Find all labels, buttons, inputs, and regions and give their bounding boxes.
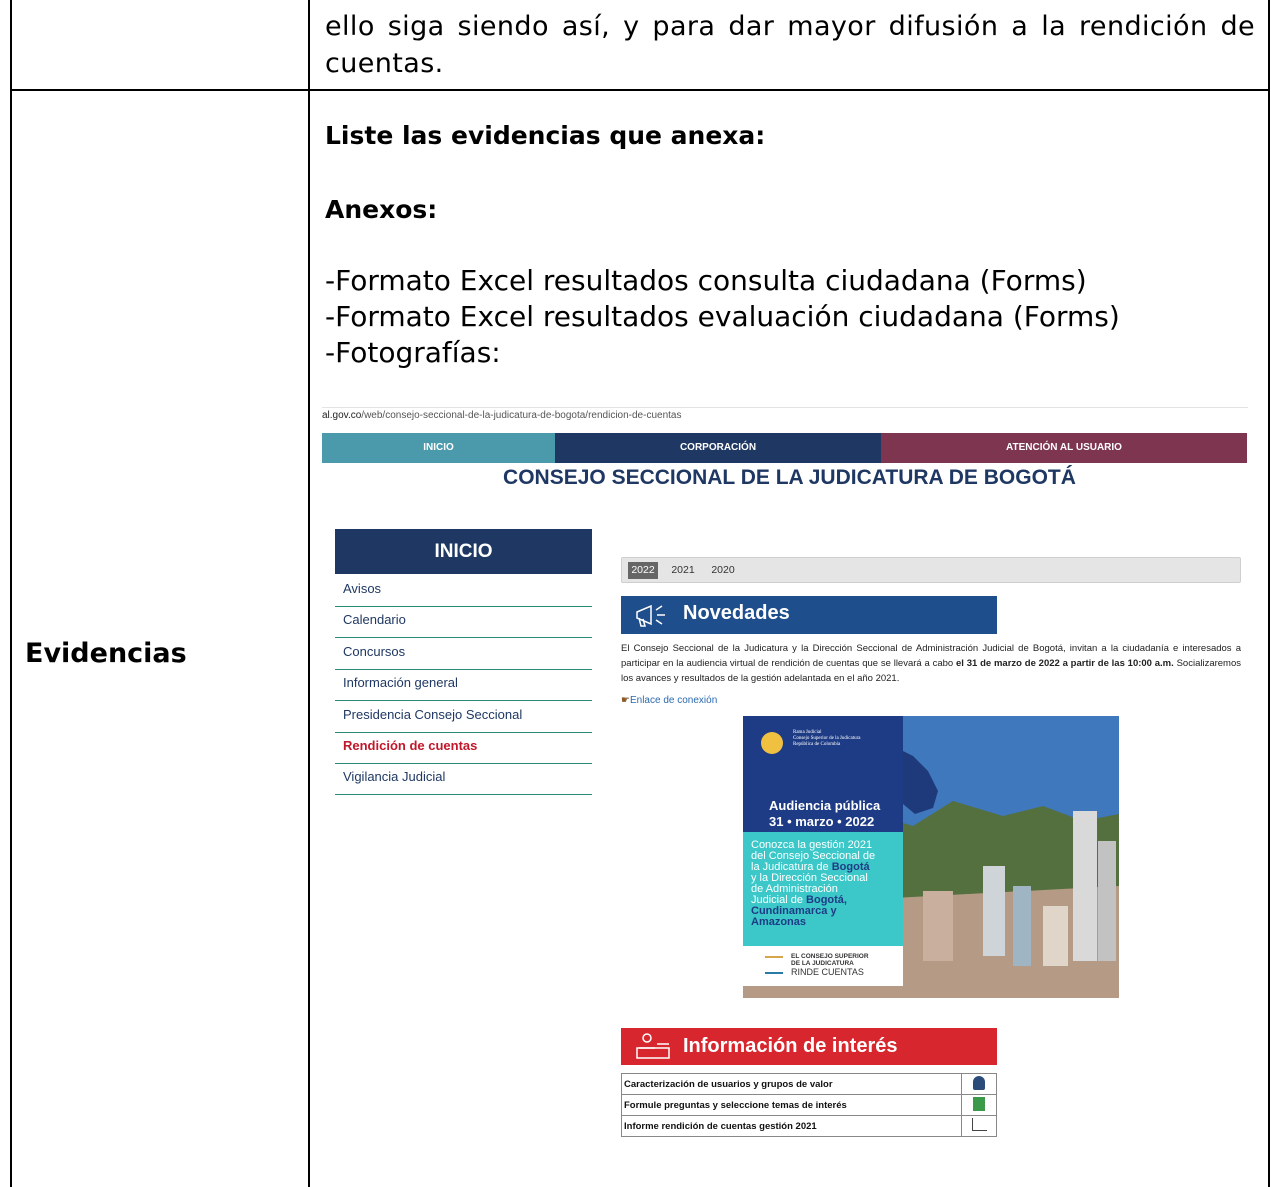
user-icon [961,1073,997,1095]
table-row[interactable]: Informe rendición de cuentas gestión 202… [621,1115,997,1137]
url-host: al.gov.co [322,410,362,421]
megaphone-icon [636,604,665,627]
poster-footer-line: RINDE CUENTAS [791,967,864,977]
evidence-list-heading: Liste las evidencias que anexa: [325,121,766,150]
colombia-coat-of-arms-icon [761,732,783,754]
poster-event-title: Audiencia pública [769,798,881,813]
table-row[interactable]: Formule preguntas y seleccione temas de … [621,1094,997,1116]
nav-atencion-usuario[interactable]: ATENCIÓN AL USUARIO [881,433,1247,463]
poster-footer: EL CONSEJO SUPERIOR DE LA JUDICATURA RIN… [743,946,903,986]
nav-corporacion[interactable]: CORPORACIÓN [555,433,881,463]
sidebar-item-label: Avisos [343,581,382,596]
news-paragraph: El Consejo Seccional de la Judicatura y … [621,641,1241,686]
sidebar-item-informacion-general[interactable]: Información general [335,669,592,701]
annex-item: -Formato Excel resultados consulta ciuda… [325,264,1087,297]
poster-desc-bold: Amazonas [751,916,807,928]
info-item-label[interactable]: Informe rendición de cuentas gestión 202… [621,1115,962,1137]
sidebar-item-rendicion-cuentas[interactable]: Rendición de cuentas [335,732,592,764]
site-title: CONSEJO SECCIONAL DE LA JUDICATURA DE BO… [503,466,1076,489]
sidebar-item-calendario[interactable]: Calendario [335,606,592,638]
sidebar-item-vigilancia-judicial[interactable]: Vigilancia Judicial [335,763,592,795]
info-interes-banner: Información de interés [621,1028,997,1065]
poster-org-line: República de Colombia [793,742,841,747]
table-row[interactable]: Caracterización de usuarios y grupos de … [621,1073,997,1095]
year-tabs: 2022 2021 2020 [621,557,1241,583]
info-interes-table: Caracterización de usuarios y grupos de … [621,1073,997,1137]
evidence-label: Evidencias [25,638,187,669]
info-interes-title: Información de interés [683,1035,898,1057]
table-border-left [10,0,12,1187]
tab-2022[interactable]: 2022 [628,562,658,579]
top-row-text: ello siga siendo así, y para dar mayor d… [325,11,1255,79]
sidebar-item-presidencia[interactable]: Presidencia Consejo Seccional [335,701,592,733]
annex-heading: Anexos: [325,195,438,224]
sidebar-item-concursos[interactable]: Concursos [335,638,592,670]
poster-header [743,716,903,796]
rinde-cuentas-logo-icon [765,956,783,974]
annex-item: -Fotografías: [325,336,501,369]
chart-icon [961,1115,997,1137]
connection-link[interactable]: ☛Enlace de conexión [621,695,717,706]
site-nav: INICIO CORPORACIÓN ATENCIÓN AL USUARIO [322,433,1247,463]
nav-inicio[interactable]: INICIO [322,433,555,463]
novedades-banner: Novedades [621,596,997,634]
table-row-divider [10,89,1270,91]
poster-event-box: Audiencia pública 31 • marzo • 2022 [743,796,903,832]
sidebar-item-label: Rendición de cuentas [343,738,478,753]
address-bar-divider [322,407,1248,408]
desk-person-icon [636,1033,670,1059]
table-border-right [1268,0,1270,1187]
poster-event-date: 31 • marzo • 2022 [769,814,875,829]
pointing-hand-icon: ☛ [621,695,630,706]
url-path: /web/consejo-seccional-de-la-judicatura-… [361,410,682,421]
novedades-title: Novedades [683,602,790,624]
poster-footer-line: DE LA JUDICATURA [791,960,854,967]
poster-footer-line: EL CONSEJO SUPERIOR [791,953,869,960]
question-user-icon [961,1094,997,1116]
info-item-label[interactable]: Caracterización de usuarios y grupos de … [621,1073,962,1095]
sidebar-item-label: Concursos [343,644,406,659]
tab-2021[interactable]: 2021 [668,562,698,579]
news-date: el 31 de marzo de 2022 a partir de las 1… [956,658,1174,669]
tab-2020[interactable]: 2020 [708,562,738,579]
annex-item: -Formato Excel resultados evaluación ciu… [325,300,1120,333]
info-item-label[interactable]: Formule preguntas y seleccione temas de … [621,1094,962,1116]
sidebar-item-label: Presidencia Consejo Seccional [343,707,523,722]
sidebar-item-label: Calendario [343,612,406,627]
website-screenshot: al.gov.co/web/consejo-seccional-de-la-ju… [322,404,1248,1164]
poster-description: Conozca la gestión 2021 del Consejo Secc… [743,832,903,946]
event-poster: Rama Judicial Consejo Superior de la Jud… [743,716,1119,998]
connection-link-label: Enlace de conexión [629,695,718,706]
sidebar-item-label: Información general [343,675,458,690]
sidebar-title: INICIO [335,529,592,574]
table-column-divider [308,0,310,1187]
sidebar-item-avisos[interactable]: Avisos [335,575,592,607]
sidebar-item-label: Vigilancia Judicial [343,769,446,784]
address-bar-url: al.gov.co/web/consejo-seccional-de-la-ju… [322,410,681,421]
